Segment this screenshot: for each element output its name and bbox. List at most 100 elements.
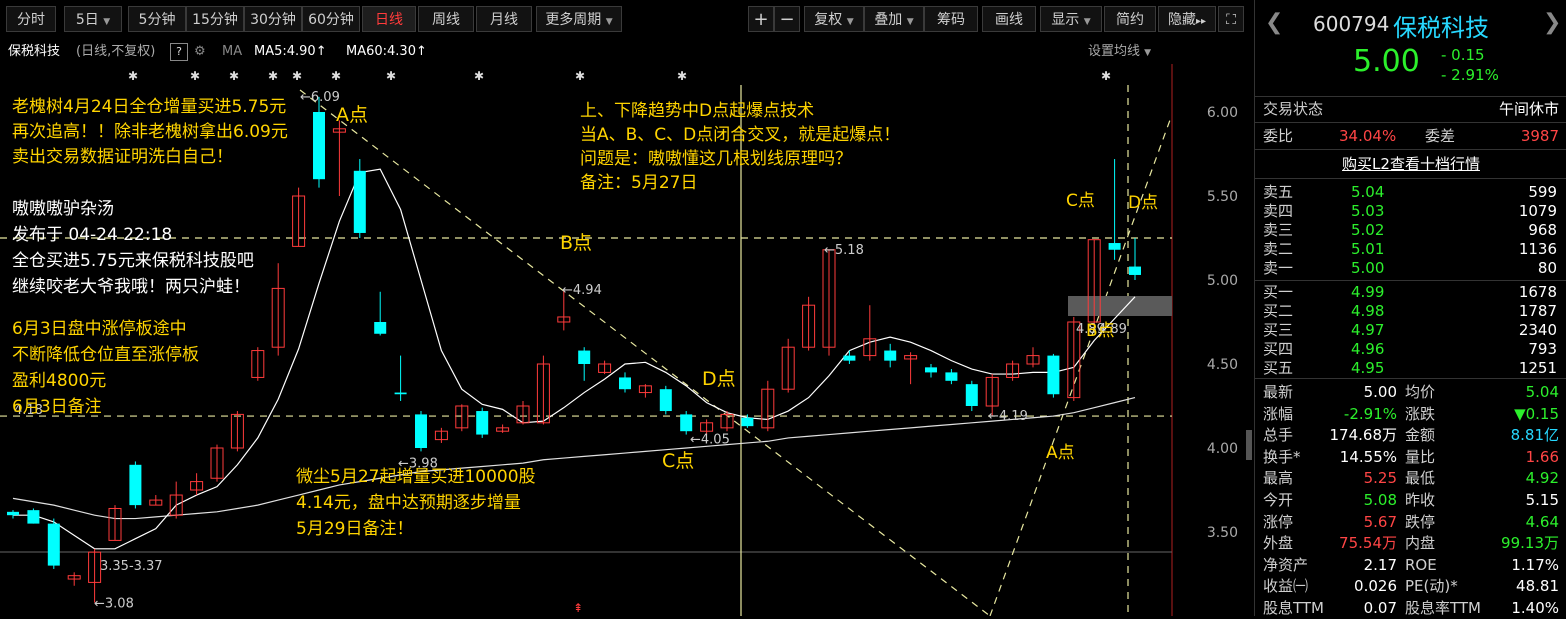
- divider: [1255, 96, 1566, 97]
- quote-panel: ❮ 600794 保税科技 ❯ 5.00 - 0.15 - 2.91% 交易状态…: [1254, 0, 1566, 617]
- y-tick-label: 6.00: [1207, 105, 1238, 121]
- price-label-range: 3.35-3.37: [100, 559, 163, 574]
- ask-row[interactable]: 卖一 5.00 80: [1255, 257, 1566, 279]
- price-change-pct: - 2.91%: [1441, 66, 1499, 84]
- tab-more-periods[interactable]: 更多周期 ▼: [536, 6, 622, 32]
- tab-60min[interactable]: 60分钟: [302, 6, 360, 32]
- gear-icon[interactable]: ⚙: [194, 40, 206, 64]
- candle-body-down: [47, 523, 60, 566]
- ma-settings-label: 设置均线: [1088, 44, 1141, 59]
- stat-value: 75.54万: [1339, 534, 1397, 553]
- tab-daily[interactable]: 日线: [362, 6, 416, 32]
- ma5-value: MA5:4.90↑: [254, 44, 327, 59]
- stat-value: 14.55%: [1339, 447, 1397, 466]
- hide-button[interactable]: 隐藏▸▸: [1158, 6, 1216, 32]
- candle-body-down: [7, 511, 19, 516]
- display-button[interactable]: 显示 ▼: [1040, 6, 1102, 32]
- point-label-d2: D点: [1128, 193, 1159, 213]
- stat-label: 最新: [1263, 383, 1294, 401]
- stat-row: 最新 5.00 均价 5.04: [1255, 381, 1566, 403]
- stat-label: 跌停: [1405, 512, 1436, 531]
- event-marker-icon: ✱: [331, 69, 341, 83]
- event-marker-icon: ✱: [268, 69, 278, 83]
- trade-status-row: 交易状态 午间休市: [1255, 98, 1566, 120]
- stat-value: ▼0.15: [1514, 404, 1559, 423]
- stat-label: 涨停: [1263, 512, 1294, 531]
- zoom-out-button[interactable]: −: [774, 6, 800, 32]
- annotation-line: 继续咬老大爷我哦！两只沪蛙！: [12, 277, 250, 297]
- annotation-a: 老槐树4月24日全仓增量买进5.75元 再次追高！！除非老槐树拿出6.09元 卖…: [12, 96, 288, 168]
- ask-volume: 80: [1537, 259, 1557, 277]
- annotation-line: 不断降低仓位直至涨停板: [12, 345, 199, 365]
- overlay-label: 叠加: [874, 12, 903, 28]
- annotation-line: 老槐树4月24日全仓增量买进5.75元: [12, 97, 287, 117]
- stat-label: 量比: [1405, 447, 1436, 466]
- event-marker-icon: ✱: [292, 69, 302, 83]
- candle-body-down: [129, 464, 142, 506]
- overlay-button[interactable]: 叠加 ▼: [864, 6, 924, 32]
- stat-value: 5.04: [1525, 383, 1559, 401]
- prev-stock-icon[interactable]: ❮: [1265, 10, 1283, 35]
- tab-monthly[interactable]: 月线: [476, 6, 532, 32]
- annotation-line: 备注：5月27日: [580, 173, 698, 193]
- annotation-line: 5月29日备注！: [296, 519, 414, 539]
- status-value: 午间休市: [1498, 100, 1559, 118]
- annotation-e: 微尘5月27起增量买进10000股 4.14元，盘中达预期逐步增量 5月29日备…: [296, 466, 536, 540]
- tab-5min[interactable]: 5分钟: [128, 6, 186, 32]
- help-icon[interactable]: ?: [170, 43, 188, 61]
- l2-link[interactable]: 购买L2查看十档行情: [1255, 153, 1566, 175]
- candle-body-down: [1129, 266, 1141, 275]
- bid-label: 买五: [1263, 359, 1294, 377]
- tab-weekly[interactable]: 周线: [418, 6, 474, 32]
- event-marker-icon: ✱: [386, 69, 396, 83]
- stat-label: 涨幅: [1263, 404, 1294, 423]
- tab-intraday[interactable]: 分时: [6, 6, 56, 32]
- price-label-low3: ←4.19: [988, 409, 1028, 424]
- stat-label: 总手: [1263, 426, 1294, 445]
- candle-body-down: [945, 372, 958, 381]
- price-label-low-start: ←3.08: [94, 597, 134, 612]
- fullscreen-icon[interactable]: ⛶: [1218, 6, 1244, 32]
- point-label-c: C点: [662, 450, 695, 472]
- stock-code: 600794: [1313, 12, 1390, 36]
- display-label: 显示: [1051, 12, 1080, 28]
- draw-button[interactable]: 画线: [982, 6, 1036, 32]
- stat-label: 昨收: [1405, 491, 1436, 509]
- panel-splitter[interactable]: [1246, 430, 1252, 460]
- chips-button[interactable]: 筹码: [924, 6, 978, 32]
- annotation-line: 4.14元，盘中达预期逐步增量: [296, 493, 521, 513]
- bid-row[interactable]: 买五 4.95 1251: [1255, 357, 1566, 379]
- candle-body-down: [578, 350, 591, 364]
- tab-15min[interactable]: 15分钟: [186, 6, 244, 32]
- annotation-line: 再次追高！！除非老槐树拿出6.09元: [12, 122, 288, 142]
- annotation-d: 上、下降趋势中D点起爆点技术 当A、B、C、D点闭合交叉，就是起爆点！ 问题是：…: [580, 100, 900, 194]
- tab-30min[interactable]: 30分钟: [244, 6, 302, 32]
- divider: [1255, 149, 1566, 150]
- chevron-down-icon: ▼: [906, 17, 914, 27]
- stat-label: 最低: [1405, 469, 1436, 488]
- simple-button[interactable]: 简约: [1104, 6, 1156, 32]
- annotation-line: 6月3日盘中涨停板途中: [12, 319, 187, 339]
- event-marker-icon: ✱: [128, 69, 138, 83]
- adjust-button[interactable]: 复权 ▼: [804, 6, 864, 32]
- candle-body-down: [313, 112, 325, 180]
- candle-body-down: [353, 170, 366, 233]
- stat-row: 今开 5.08 昨收 5.15: [1255, 489, 1566, 511]
- chevron-down-icon: ▼: [1144, 48, 1152, 58]
- weicha-value: 3987: [1520, 127, 1559, 145]
- zoom-in-button[interactable]: +: [748, 6, 774, 32]
- event-marker-icon: ✱: [1101, 69, 1111, 83]
- stat-label: 均价: [1405, 383, 1436, 401]
- stat-label: 今开: [1263, 491, 1294, 509]
- ma-settings-link[interactable]: 设置均线 ▼: [1088, 40, 1151, 65]
- candle-body-down: [27, 510, 40, 524]
- tab-5day[interactable]: 5日 ▼: [64, 6, 122, 32]
- chart-toolbar: 分时 5日 ▼ 5分钟 15分钟 30分钟 60分钟 日线 周线 月线 更多周期…: [0, 0, 1244, 40]
- stat-value: 4.92: [1525, 469, 1559, 488]
- candle-body-down: [1047, 355, 1060, 395]
- stat-value: 5.25: [1363, 469, 1397, 488]
- next-stock-icon[interactable]: ❯: [1543, 10, 1561, 35]
- event-marker-icon: ✱: [677, 69, 687, 83]
- stat-value: 5.00: [1363, 383, 1397, 401]
- candle-body-down: [394, 392, 407, 395]
